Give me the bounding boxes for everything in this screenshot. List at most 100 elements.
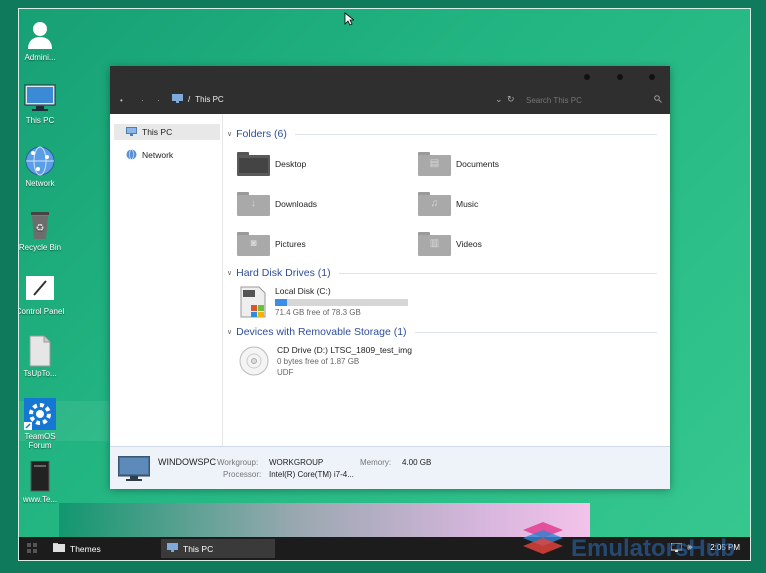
group-title: Folders (6) — [236, 128, 287, 140]
start-button[interactable] — [27, 543, 37, 555]
details-pane: WINDOWSPC Workgroup: WORKGROUP Memory: 4… — [110, 446, 670, 489]
drive-usage-bar — [275, 299, 408, 306]
desktop-icon-administrator[interactable]: Admini... — [19, 19, 65, 62]
up-button[interactable]: · — [157, 96, 160, 105]
network-tray-icon[interactable] — [670, 542, 683, 555]
drive-name: CD Drive (D:) LTSC_1809_test_img — [277, 345, 412, 355]
group-header-hard-disk-drives[interactable]: ∨ Hard Disk Drives (1) — [227, 267, 657, 279]
folder-desktop[interactable]: Desktop — [237, 152, 306, 176]
globe-icon — [24, 145, 56, 177]
breadcrumb[interactable]: / This PC — [172, 94, 224, 105]
drive-name: Local Disk (C:) — [275, 286, 331, 296]
recycle-bin-icon: ♻ — [24, 209, 56, 241]
desktop-icon-label: Recycle Bin — [19, 243, 62, 252]
desktop-icon-label: TeamOS Forum — [24, 432, 56, 450]
maximize-button[interactable] — [617, 74, 623, 80]
search-input[interactable] — [526, 94, 664, 107]
back-button[interactable]: • — [120, 96, 123, 105]
taskbar-item-this-pc[interactable]: This PC — [161, 539, 275, 558]
hard-disk-icon — [239, 286, 267, 320]
desktop-icon-label: This PC — [25, 116, 55, 125]
workgroup-label: Workgroup: — [217, 458, 259, 467]
desktop-icon-recycle-bin[interactable]: ♻ Recycle Bin — [19, 209, 65, 252]
mouse-cursor-icon — [344, 12, 356, 28]
folder-documents[interactable]: ▤ Documents — [418, 152, 499, 176]
folder-name: Videos — [456, 239, 482, 249]
content-pane: ∨ Folders (6) Desktop ▤ Documents ↓ Down… — [223, 114, 670, 446]
gear-icon — [24, 398, 56, 430]
drive-local-disk-c[interactable]: Local Disk (C:) 71.4 GB free of 78.3 GB — [239, 286, 408, 320]
documents-folder-icon: ▤ — [418, 152, 451, 176]
monitor-icon — [117, 455, 151, 484]
minimize-button[interactable] — [584, 74, 590, 80]
desktop-icon-network[interactable]: Network — [19, 145, 65, 188]
pc-name: WINDOWSPC — [158, 457, 216, 467]
drive-usage-fill — [275, 299, 287, 306]
group-header-removable-storage[interactable]: ∨ Devices with Removable Storage (1) — [227, 326, 657, 338]
desktop-icon-teamos-forum[interactable]: TeamOS Forum — [19, 398, 65, 450]
group-divider — [338, 272, 657, 274]
desktop-icon-label: Admini... — [24, 53, 56, 62]
breadcrumb-separator: / — [188, 95, 191, 104]
title-bar[interactable]: • · · / This PC ⌄ ↻ — [110, 66, 670, 114]
folder-icon — [53, 543, 65, 554]
desktop-icon-this-pc[interactable]: This PC — [19, 82, 65, 125]
volume-tray-icon[interactable]: 🕪 — [687, 542, 693, 553]
search-icon[interactable] — [654, 95, 662, 105]
clock[interactable]: 2:05 PM — [710, 543, 740, 552]
folder-name: Music — [456, 199, 479, 209]
chevron-down-icon[interactable]: ∨ — [227, 130, 232, 138]
desktop-icon-tsupto[interactable]: TsUpTo... — [19, 335, 65, 378]
desktop-icon-label: Network — [25, 179, 55, 188]
desktop-icon-control-panel[interactable]: Control Panel — [19, 273, 65, 316]
refresh-icon[interactable]: ↻ — [507, 94, 515, 105]
globe-icon — [126, 148, 137, 162]
group-title: Devices with Removable Storage (1) — [236, 326, 407, 338]
group-divider — [294, 133, 657, 135]
drive-cd-drive-d[interactable]: CD Drive (D:) LTSC_1809_test_img 0 bytes… — [239, 345, 412, 379]
music-folder-icon: ♫ — [418, 192, 451, 216]
forward-button[interactable]: · — [141, 96, 144, 105]
document-icon — [24, 335, 56, 367]
drive-filesystem: UDF — [277, 368, 294, 377]
user-icon — [24, 19, 56, 51]
desktop-decoration-band — [59, 503, 590, 537]
control-panel-icon — [24, 273, 56, 305]
group-title: Hard Disk Drives (1) — [236, 267, 331, 279]
chevron-down-icon[interactable]: ∨ — [227, 328, 232, 336]
desktop-folder-icon — [237, 152, 270, 176]
processor-value: Intel(R) Core(TM) i7-4... — [269, 470, 354, 479]
desktop-icon-label: TsUpTo... — [23, 369, 57, 378]
dark-file-icon — [24, 460, 56, 493]
group-header-folders[interactable]: ∨ Folders (6) — [227, 128, 657, 140]
desktop-icon-label: www.Te... — [22, 495, 58, 504]
taskbar-item-label: This PC — [183, 543, 214, 554]
desktop-icon-www-te[interactable]: www.Te... — [19, 460, 65, 504]
cd-drive-icon — [239, 345, 269, 379]
chevron-down-icon[interactable]: ∨ — [227, 269, 232, 277]
folder-name: Downloads — [275, 199, 318, 209]
breadcrumb-item[interactable]: This PC — [195, 95, 223, 104]
chevron-down-icon[interactable]: ⌄ — [495, 94, 503, 105]
desktop-icon-label: Control Panel — [19, 307, 65, 316]
folder-pictures[interactable]: ◙ Pictures — [237, 232, 306, 256]
processor-label: Processor: — [223, 470, 262, 479]
close-button[interactable] — [649, 74, 655, 80]
folder-music[interactable]: ♫ Music — [418, 192, 478, 216]
monitor-icon — [167, 543, 178, 554]
nav-item-network[interactable]: Network — [114, 147, 220, 163]
pictures-folder-icon: ◙ — [237, 232, 270, 256]
nav-item-this-pc[interactable]: This PC — [114, 124, 220, 140]
memory-value: 4.00 GB — [402, 458, 432, 467]
monitor-icon — [24, 82, 56, 114]
workgroup-value: WORKGROUP — [269, 458, 324, 467]
monitor-icon — [172, 94, 183, 105]
taskbar: Themes This PC 🕪 2:05 PM — [19, 537, 750, 560]
memory-label: Memory: — [360, 458, 392, 467]
downloads-folder-icon: ↓ — [237, 192, 270, 216]
drive-free-space: 71.4 GB free of 78.3 GB — [275, 308, 361, 317]
folder-videos[interactable]: ▥ Videos — [418, 232, 482, 256]
folder-downloads[interactable]: ↓ Downloads — [237, 192, 317, 216]
taskbar-item-themes[interactable]: Themes — [47, 539, 161, 558]
explorer-window: • · · / This PC ⌄ ↻ This — [110, 66, 670, 489]
